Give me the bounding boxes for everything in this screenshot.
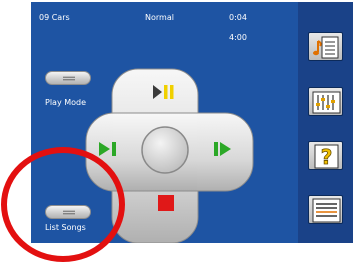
equalizer-icon xyxy=(312,91,341,114)
music-library-button[interactable] xyxy=(308,32,343,61)
center-button[interactable] xyxy=(141,126,189,174)
sidebar: ? xyxy=(298,2,353,243)
help-icon: ? xyxy=(314,144,339,169)
svg-text:?: ? xyxy=(321,145,333,169)
player-screen: 09 Cars Normal 0:04 4:00 Play Mode List … xyxy=(0,0,355,267)
help-button[interactable]: ? xyxy=(308,141,343,170)
stop-icon[interactable] xyxy=(158,195,174,211)
music-note-icon xyxy=(313,36,339,59)
player-panel: 09 Cars Normal 0:04 4:00 Play Mode List … xyxy=(31,2,298,243)
playlist-button[interactable] xyxy=(308,195,343,224)
equalizer-button[interactable] xyxy=(308,87,343,116)
dpad-control xyxy=(85,68,254,243)
playlist-icon xyxy=(312,198,341,223)
